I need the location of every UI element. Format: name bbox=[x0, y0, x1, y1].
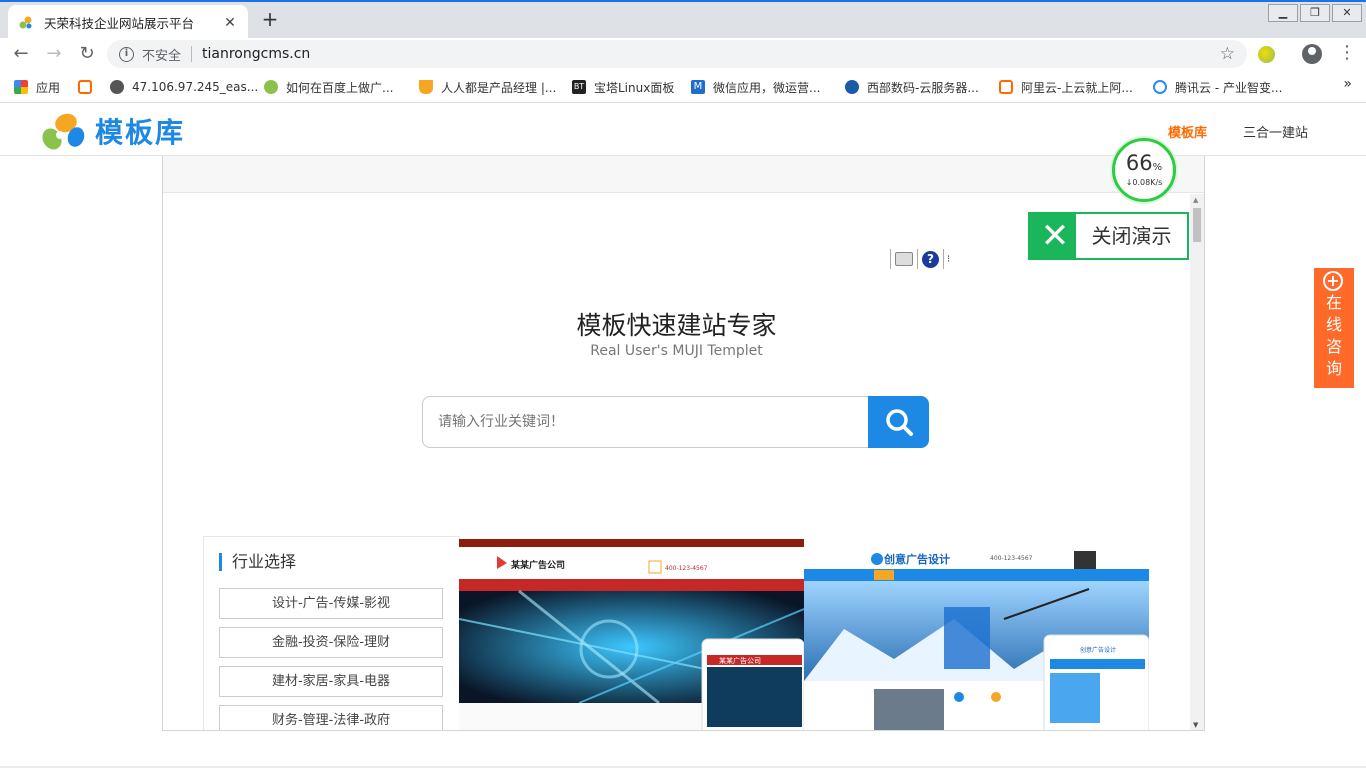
back-arrow-icon[interactable]: ← bbox=[9, 42, 33, 66]
security-label: 不安全 bbox=[142, 48, 182, 64]
consult-label: 在线咨询 bbox=[1325, 293, 1342, 378]
site-info-icon[interactable]: i bbox=[119, 46, 134, 62]
search-input[interactable] bbox=[438, 414, 858, 430]
forward-arrow-icon[interactable]: → bbox=[42, 42, 66, 66]
bookmark-label: 如何在百度上做广... bbox=[286, 80, 394, 95]
input-tools: ? ⁝ bbox=[890, 249, 950, 269]
hero-subtitle: Real User's MUJI Templet bbox=[590, 343, 763, 359]
hero-title: 模板快速建站专家 bbox=[576, 311, 777, 340]
industry-item[interactable]: 金融-投资-保险-理财 bbox=[219, 627, 443, 658]
profile-avatar-icon[interactable] bbox=[1302, 44, 1322, 64]
bookmark-label: 西部数码-云服务器... bbox=[867, 80, 979, 95]
bookmarks-overflow-icon[interactable]: » bbox=[1343, 76, 1352, 92]
bookmark-bt-panel[interactable]: BT 宝塔Linux面板 bbox=[572, 78, 674, 96]
scroll-down-arrow-icon[interactable]: ▼ bbox=[1193, 721, 1198, 729]
bookmark-label: 应用 bbox=[36, 80, 61, 95]
address-bar[interactable]: i 不安全 tianrongcms.cn ☆ bbox=[107, 40, 1247, 68]
logo-text[interactable]: 模板库 bbox=[95, 111, 185, 151]
bookmark-aliyun-1[interactable] bbox=[78, 78, 100, 96]
tool-divider bbox=[890, 249, 891, 269]
close-window-icon[interactable]: ✕ bbox=[1332, 4, 1362, 22]
site-favicon-icon bbox=[19, 16, 32, 28]
bookmark-tencent-cloud[interactable]: 腾讯云 - 产业智变... bbox=[1153, 78, 1282, 96]
west-icon bbox=[845, 80, 859, 94]
m-icon: M bbox=[691, 80, 705, 94]
bookmark-woshipm[interactable]: 人人都是产品经理 |... bbox=[419, 78, 556, 96]
more-options-icon[interactable]: ⁝ bbox=[947, 254, 950, 265]
template-mobile-company-name: 创意广告设计 bbox=[1080, 647, 1117, 654]
restore-icon[interactable]: ❐ bbox=[1300, 4, 1330, 22]
industry-item[interactable]: 建材-家居-家具-电器 bbox=[219, 666, 443, 697]
network-speed-widget[interactable]: 66% ↓0.08K/s bbox=[1112, 138, 1176, 202]
industry-title: 行业选择 bbox=[219, 553, 296, 571]
close-icon: ✕ bbox=[1040, 216, 1070, 256]
demo-scrollbar[interactable]: ▲ ▼ bbox=[1190, 194, 1204, 730]
new-tab-button[interactable]: + bbox=[259, 8, 281, 30]
apps-grid-icon bbox=[14, 80, 28, 94]
bookmark-label: 人人都是产品经理 |... bbox=[441, 80, 557, 95]
template-mobile-company-name: 某某广告公司 bbox=[719, 657, 761, 665]
tab-title: 天荣科技企业网站展示平台 bbox=[44, 16, 195, 31]
close-demo-button[interactable]: ✕ 关闭演示 bbox=[1028, 212, 1189, 260]
industry-item[interactable]: 设计-广告-传媒-影视 bbox=[219, 588, 443, 619]
keyboard-icon[interactable] bbox=[895, 252, 913, 266]
scrollbar-thumb[interactable] bbox=[1193, 208, 1201, 242]
template-phone: 400-123-4567 bbox=[665, 565, 708, 572]
globe-icon bbox=[110, 80, 124, 94]
leaf-icon bbox=[264, 80, 278, 94]
bookmark-aliyun-2[interactable]: 阿里云-上云就上阿... bbox=[999, 78, 1133, 96]
tool-divider bbox=[917, 249, 918, 269]
template-preview-image bbox=[804, 539, 1149, 730]
scroll-up-arrow-icon[interactable]: ▲ bbox=[1193, 196, 1198, 204]
nav-three-in-one[interactable]: 三合一建站 bbox=[1243, 122, 1308, 141]
aliyun-icon bbox=[999, 80, 1013, 94]
aliyun-icon bbox=[78, 80, 92, 94]
bookmark-west-cn[interactable]: 西部数码-云服务器... bbox=[845, 78, 979, 96]
browser-tab[interactable]: 天荣科技企业网站展示平台 ✕ bbox=[8, 5, 248, 40]
browser-tab-strip: 天荣科技企业网站展示平台 ✕ + ▁ ❐ ✕ bbox=[0, 0, 1366, 40]
tencent-cloud-icon bbox=[1153, 80, 1167, 94]
template-preview-2[interactable]: 创意广告设计 400-123-4567 创意广告设计 bbox=[804, 539, 1149, 730]
search-button[interactable] bbox=[868, 396, 929, 448]
extension-icon[interactable] bbox=[1258, 46, 1275, 63]
bookmark-ip-address[interactable]: 47.106.97.245_eas... bbox=[110, 78, 258, 96]
tab-close-icon[interactable]: ✕ bbox=[222, 15, 238, 31]
bookmark-wechat-apps[interactable]: M 微信应用，微运营... bbox=[691, 78, 820, 96]
nav-template-library[interactable]: 模板库 bbox=[1168, 122, 1207, 141]
bookmark-label: 微信应用，微运营... bbox=[713, 80, 821, 95]
online-consult-button[interactable]: + 在线咨询 bbox=[1314, 268, 1354, 388]
minimize-icon[interactable]: ▁ bbox=[1268, 4, 1298, 22]
browser-toolbar: ← → ↻ i 不安全 tianrongcms.cn ☆ ⋮ bbox=[0, 38, 1366, 70]
speed-percent: 66% bbox=[1125, 151, 1163, 175]
woshipm-icon bbox=[419, 80, 433, 94]
search-box bbox=[422, 396, 868, 448]
bookmark-label: 阿里云-上云就上阿... bbox=[1021, 80, 1133, 95]
browser-menu-icon[interactable]: ⋮ bbox=[1338, 43, 1356, 63]
speed-rate: ↓0.08K/s bbox=[1125, 178, 1163, 187]
omnibox-divider bbox=[191, 46, 193, 62]
bookmarks-bar: 应用 47.106.97.245_eas... 如何在百度上做广... 人人都是… bbox=[0, 70, 1366, 103]
bookmark-label: 宝塔Linux面板 bbox=[594, 80, 675, 95]
demo-frame-topbar bbox=[163, 156, 1204, 193]
bookmark-star-icon[interactable]: ☆ bbox=[1220, 44, 1235, 64]
help-icon[interactable]: ? bbox=[922, 250, 939, 268]
plus-circle-icon: + bbox=[1323, 271, 1343, 291]
template-company-name: 某某广告公司 bbox=[511, 561, 566, 571]
template-phone: 400-123-4567 bbox=[990, 555, 1033, 562]
industry-panel: 行业选择 设计-广告-传媒-影视 金融-投资-保险-理财 建材-家居-家具-电器… bbox=[203, 536, 460, 730]
bookmark-apps[interactable]: 应用 bbox=[14, 78, 60, 96]
search-icon bbox=[885, 409, 913, 436]
bookmark-baidu-ads[interactable]: 如何在百度上做广... bbox=[264, 78, 393, 96]
bt-icon: BT bbox=[572, 80, 586, 94]
industry-item[interactable]: 财务-管理-法律-政府 bbox=[219, 705, 443, 730]
bookmark-label: 47.106.97.245_eas... bbox=[132, 80, 259, 94]
close-demo-label: 关闭演示 bbox=[1076, 214, 1187, 258]
template-company-name: 创意广告设计 bbox=[884, 553, 950, 566]
url-text[interactable]: tianrongcms.cn bbox=[202, 46, 1220, 62]
bookmark-label: 腾讯云 - 产业智变... bbox=[1175, 80, 1283, 95]
tool-divider bbox=[943, 249, 944, 269]
template-preview-1[interactable]: 某某广告公司 400-123-4567 某某广告公司 bbox=[459, 539, 804, 730]
window-controls: ▁ ❐ ✕ bbox=[1266, 4, 1362, 22]
reload-icon[interactable]: ↻ bbox=[75, 42, 99, 66]
